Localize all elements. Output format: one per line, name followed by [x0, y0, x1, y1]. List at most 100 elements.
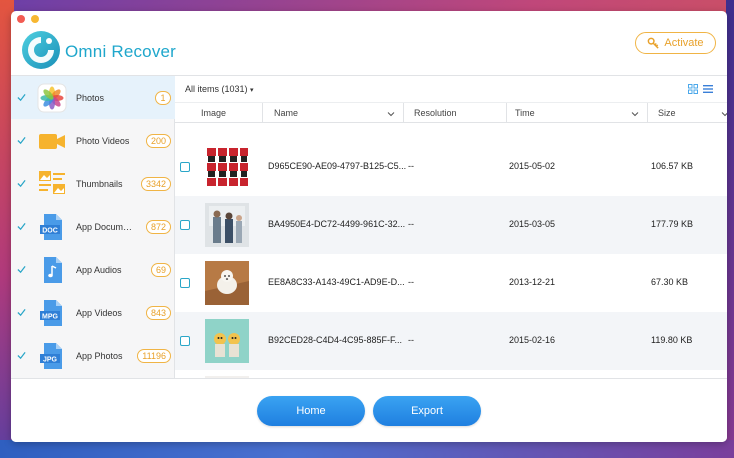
column-header-time[interactable]: Time: [515, 103, 535, 123]
thumbnails-icon: [37, 169, 67, 199]
audio-file-icon: [37, 255, 67, 285]
category-sidebar: Photos 1 Photo Videos 200 Thumbnails 334…: [11, 75, 175, 378]
thumbnail-image: [205, 319, 249, 363]
list-view-icon[interactable]: [703, 84, 713, 94]
sidebar-item-app-photos[interactable]: JPG App Photos 11196: [11, 334, 175, 377]
file-size: 119.80 KB: [651, 335, 693, 345]
file-time: 2015-05-02: [509, 161, 556, 171]
file-name: EE8A8C33-A143-49C1-AD9E-D...: [268, 277, 405, 287]
key-icon: [648, 37, 660, 49]
activate-label: Activate: [664, 37, 704, 49]
file-size: 177.79 KB: [651, 219, 694, 229]
row-checkbox[interactable]: [180, 162, 190, 172]
file-resolution: --: [408, 219, 414, 229]
sidebar-item-app-videos[interactable]: MPG App Videos 843: [11, 291, 175, 334]
table-row[interactable]: BA4950E4-DC72-4499-961C-32... -- 2015-03…: [175, 196, 727, 254]
table-row[interactable]: D965CE90-AE09-4797-B125-C5... -- 2015-05…: [175, 138, 727, 196]
app-window: Omni Recover Activate Photos 1 Photo Vid…: [11, 11, 727, 442]
count-badge: 3342: [140, 176, 171, 191]
count-badge: 200: [145, 133, 171, 148]
column-divider[interactable]: [647, 103, 648, 123]
omni-recover-logo-icon: [22, 31, 60, 69]
checkmark-icon[interactable]: [17, 136, 26, 145]
action-footer: Home Export: [11, 378, 727, 442]
chevron-down-icon[interactable]: [631, 110, 639, 118]
column-header-resolution[interactable]: Resolution: [414, 103, 457, 123]
file-list-panel: All items (1031) ▾ Image Name Resolution…: [175, 75, 727, 379]
sidebar-item-label: Thumbnails: [76, 178, 123, 189]
sidebar-item-label: Photos: [76, 92, 105, 103]
table-header: Image Name Resolution Time Size: [175, 102, 727, 123]
row-checkbox[interactable]: [180, 336, 190, 346]
sidebar-item-photo-videos[interactable]: Photo Videos 200: [11, 119, 175, 162]
count-badge: 1: [155, 90, 171, 105]
column-divider[interactable]: [262, 103, 263, 123]
column-divider[interactable]: [403, 103, 404, 123]
svg-text:MPG: MPG: [42, 313, 59, 320]
column-divider[interactable]: [506, 103, 507, 123]
export-button[interactable]: Export: [373, 396, 481, 426]
sidebar-item-app-documents[interactable]: DOC App Documents 872: [11, 205, 175, 248]
desktop-background-right: [726, 0, 734, 458]
sidebar-item-app-audios[interactable]: App Audios 69: [11, 248, 175, 291]
svg-text:DOC: DOC: [42, 227, 58, 234]
file-time: 2015-02-16: [509, 335, 556, 345]
mpg-file-icon: MPG: [37, 298, 67, 328]
thumbnail-image: [205, 203, 249, 247]
sidebar-item-label: App Videos: [76, 307, 122, 318]
desktop-background-bottom: [0, 440, 734, 458]
dropdown-caret-icon: ▾: [250, 87, 254, 94]
file-time: 2015-03-05: [509, 219, 556, 229]
file-name: D965CE90-AE09-4797-B125-C5...: [268, 161, 407, 171]
sidebar-item-label: Photo Videos: [76, 135, 130, 146]
app-title: Omni Recover: [65, 42, 177, 61]
column-header-size[interactable]: Size: [658, 103, 676, 123]
file-size: 67.30 KB: [651, 277, 689, 287]
checkmark-icon[interactable]: [17, 308, 26, 317]
sidebar-item-thumbnails[interactable]: Thumbnails 3342: [11, 162, 175, 205]
chevron-down-icon[interactable]: [387, 110, 395, 118]
checkmark-icon[interactable]: [17, 222, 26, 231]
sidebar-item-photos[interactable]: Photos 1: [11, 76, 175, 119]
file-resolution: --: [408, 161, 414, 171]
activate-button[interactable]: Activate: [635, 32, 716, 54]
table-row[interactable]: EE8A8C33-A143-49C1-AD9E-D... -- 2013-12-…: [175, 254, 727, 312]
jpg-file-icon: JPG: [37, 341, 67, 371]
row-checkbox[interactable]: [180, 278, 190, 288]
chevron-down-icon[interactable]: [721, 110, 727, 118]
video-camera-icon: [37, 126, 67, 156]
column-header-name[interactable]: Name: [274, 103, 298, 123]
list-toolbar: All items (1031) ▾: [175, 76, 727, 102]
count-badge: 843: [145, 305, 171, 320]
view-mode-switch: [688, 84, 713, 94]
table-row[interactable]: B92CED28-C4D4-4C95-885F-F... -- 2015-02-…: [175, 312, 727, 370]
thumbnail-image: [205, 261, 249, 305]
file-size: 106.57 KB: [651, 161, 694, 171]
sidebar-item-label: App Audios: [76, 264, 122, 275]
app-header: Omni Recover Activate: [11, 11, 727, 75]
sidebar-item-label: App Documents: [76, 221, 136, 232]
all-items-label: All items (1031): [185, 84, 248, 94]
checkmark-icon[interactable]: [17, 93, 26, 102]
checkmark-icon[interactable]: [17, 351, 26, 360]
checkmark-icon[interactable]: [17, 179, 26, 188]
file-resolution: --: [408, 335, 414, 345]
file-resolution: --: [408, 277, 414, 287]
sidebar-item-label: App Photos: [76, 350, 123, 361]
all-items-dropdown[interactable]: All items (1031) ▾: [185, 84, 254, 94]
photos-icon: [37, 83, 67, 113]
file-name: B92CED28-C4D4-4C95-885F-F...: [268, 335, 403, 345]
checkmark-icon[interactable]: [17, 265, 26, 274]
count-badge: 11196: [137, 348, 171, 363]
grid-view-icon[interactable]: [688, 84, 698, 94]
count-badge: 69: [150, 262, 171, 277]
home-button[interactable]: Home: [257, 396, 365, 426]
count-badge: 872: [145, 219, 171, 234]
doc-file-icon: DOC: [37, 212, 67, 242]
column-header-image[interactable]: Image: [201, 103, 226, 123]
row-checkbox[interactable]: [180, 220, 190, 230]
thumbnail-image: [205, 145, 249, 189]
svg-text:JPG: JPG: [43, 356, 58, 363]
file-name: BA4950E4-DC72-4499-961C-32...: [268, 219, 406, 229]
file-time: 2013-12-21: [509, 277, 556, 287]
